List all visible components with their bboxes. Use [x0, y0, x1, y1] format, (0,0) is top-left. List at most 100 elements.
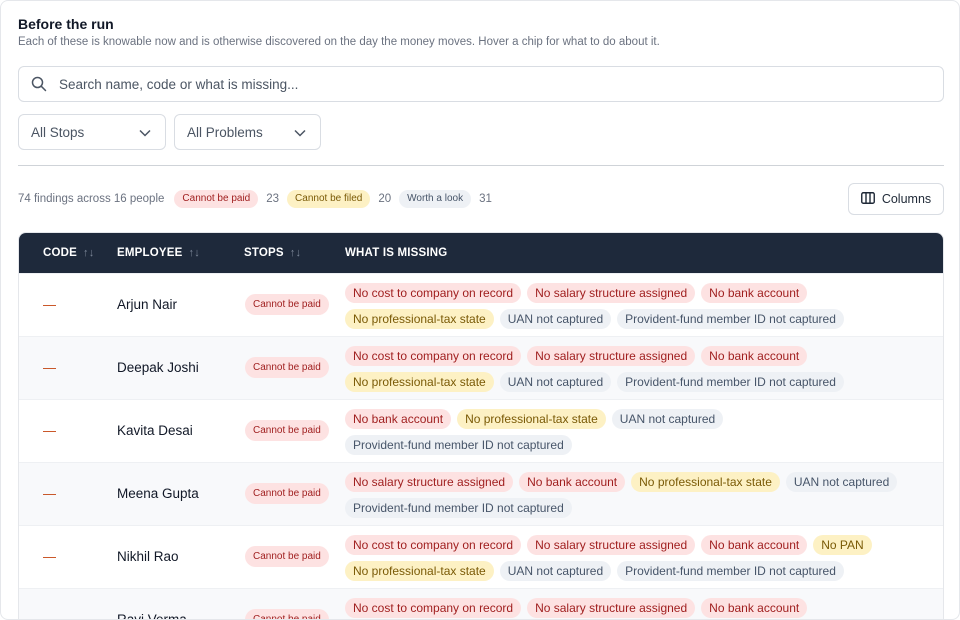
badge-worth-a-look: Worth a look — [399, 190, 472, 208]
missing-items: No cost to company on record No salary st… — [345, 532, 905, 584]
missing-items: No cost to company on record No salary st… — [345, 280, 905, 332]
table-row[interactable]: — Arjun Nair Cannot be paid No cost to comp… — [19, 273, 943, 336]
missing-chip[interactable]: No bank account — [701, 346, 808, 366]
employee-name: Kavita Desai — [117, 423, 193, 438]
stops-cell: Cannot be paid — [245, 274, 329, 335]
missing-items: No salary structure assigned No bank acco… — [345, 469, 905, 521]
employee-code: — — [43, 549, 56, 564]
missing-chip[interactable]: No professional-tax state — [345, 372, 494, 392]
employee-name: Deepak Joshi — [117, 360, 199, 375]
search-input[interactable] — [59, 76, 919, 92]
findings-count: 74 findings across 16 people — [18, 193, 165, 205]
missing-chip[interactable]: No cost to company on record — [345, 283, 522, 303]
employee-name: Ravi Verma — [117, 612, 187, 620]
employee-name: Meena Gupta — [117, 486, 199, 501]
chip-line: Provident-fund member ID not captured — [345, 432, 905, 458]
columns-label: Columns — [881, 192, 932, 206]
missing-chip[interactable]: UAN not captured — [785, 472, 898, 492]
employee-code: — — [43, 486, 56, 501]
employee-name: Arjun Nair — [117, 297, 178, 312]
problems-filter[interactable]: All Problems — [174, 114, 321, 150]
table-row[interactable]: — Kavita Desai Cannot be paid No bank accou… — [19, 399, 943, 462]
chip-line: No professional-tax state UAN not capture… — [345, 369, 905, 395]
employee-code: — — [43, 360, 56, 375]
findings-panel: Before the run Each of these is knowable… — [0, 0, 960, 620]
missing-chip[interactable]: No salary structure assigned — [527, 346, 696, 366]
badge-cannot-be-filed: Cannot be filed — [287, 190, 371, 208]
problems-filter-label: All Problems — [187, 124, 263, 140]
stops-cell: Cannot be paid — [245, 526, 329, 587]
column-header-label: STOPS — [244, 247, 284, 259]
missing-chip[interactable]: No salary structure assigned — [527, 598, 696, 618]
column-header-employee[interactable]: EMPLOYEE ↑↓ — [117, 247, 200, 259]
employee-code: — — [43, 423, 56, 438]
missing-chip[interactable]: UAN not captured — [499, 309, 612, 329]
stop-badge: Cannot be paid — [245, 294, 329, 315]
missing-chip[interactable]: No bank account — [701, 283, 808, 303]
column-header-label: WHAT IS MISSING — [345, 247, 448, 259]
divider — [18, 165, 944, 166]
missing-chip[interactable]: Provident-fund member ID not captured — [345, 498, 572, 518]
missing-chip[interactable]: UAN not captured — [611, 409, 724, 429]
chip-line: No cost to company on record No salary st… — [345, 595, 905, 619]
stop-badge: Cannot be paid — [245, 483, 329, 504]
missing-chip[interactable]: No salary structure assigned — [527, 535, 696, 555]
missing-chip[interactable]: Provident-fund member ID not captured — [617, 561, 844, 581]
table-row[interactable]: — Deepak Joshi Cannot be paid No cost to co… — [19, 336, 943, 399]
column-header-code[interactable]: CODE ↑↓ — [43, 247, 94, 259]
count-cannot-be-filed: 20 — [378, 193, 392, 205]
search-icon — [19, 76, 59, 92]
stop-badge: Cannot be paid — [245, 357, 329, 378]
missing-chip[interactable]: Provident-fund member ID not captured — [617, 372, 844, 392]
columns-button[interactable]: Columns — [848, 183, 944, 215]
table-row[interactable]: — Nikhil Rao Cannot be paid No cost to comp… — [19, 525, 943, 588]
missing-chip[interactable]: UAN not captured — [499, 372, 612, 392]
missing-chip[interactable]: No professional-tax state — [345, 561, 494, 581]
employee-code: — — [43, 612, 56, 620]
missing-chip[interactable]: No salary structure assigned — [345, 472, 514, 492]
missing-chip[interactable]: No bank account — [519, 472, 626, 492]
columns-icon — [860, 191, 875, 207]
missing-chip[interactable]: No professional-tax state — [345, 309, 494, 329]
stops-filter[interactable]: All Stops — [18, 114, 166, 150]
missing-chip[interactable]: No cost to company on record — [345, 346, 522, 366]
chip-line: No professional-tax state UAN not capture… — [345, 558, 905, 584]
stops-filter-label: All Stops — [31, 124, 85, 140]
column-header-label: EMPLOYEE — [117, 247, 183, 259]
chip-line: No cost to company on record No salary st… — [345, 343, 905, 369]
column-header-stops[interactable]: STOPS ↑↓ — [244, 247, 301, 259]
stops-cell: Cannot be paid — [245, 337, 329, 398]
missing-items: No bank account No professional-tax state… — [345, 406, 905, 458]
count-worth-a-look: 31 — [479, 193, 492, 205]
missing-chip[interactable]: No bank account — [701, 535, 808, 555]
chevron-down-icon — [294, 125, 306, 140]
missing-chip[interactable]: No bank account — [345, 409, 452, 429]
findings-table: CODE ↑↓ EMPLOYEE ↑↓ STOPS ↑↓ WHAT IS MIS… — [18, 232, 944, 620]
missing-chip[interactable]: No cost to company on record — [345, 535, 522, 555]
missing-chip[interactable]: No salary structure assigned — [527, 283, 696, 303]
table-row[interactable]: — Meena Gupta Cannot be paid No salary stru… — [19, 462, 943, 525]
missing-chip[interactable]: No professional-tax state — [457, 409, 606, 429]
missing-chip[interactable]: No bank account — [701, 598, 808, 618]
page-title: Before the run — [18, 16, 114, 32]
missing-chip[interactable]: Provident-fund member ID not captured — [345, 435, 572, 455]
missing-chip[interactable]: No cost to company on record — [345, 598, 522, 618]
employee-name: Nikhil Rao — [117, 549, 179, 564]
chip-line: Provident-fund member ID not captured — [345, 495, 905, 521]
chevron-down-icon — [139, 125, 151, 140]
missing-chip[interactable]: No PAN — [813, 535, 872, 555]
missing-chip[interactable]: No professional-tax state — [631, 472, 780, 492]
stops-cell: Cannot be paid — [245, 463, 329, 524]
search-box[interactable] — [18, 66, 944, 102]
sort-icon: ↑↓ — [83, 247, 95, 259]
count-cannot-be-paid: 23 — [266, 193, 280, 205]
stop-badge: Cannot be paid — [245, 420, 329, 441]
stop-badge: Cannot be paid — [245, 609, 329, 619]
page-subtitle: Each of these is knowable now and is oth… — [18, 36, 660, 48]
findings-summary: 74 findings across 16 people Cannot be p… — [18, 189, 500, 209]
table-row[interactable]: — Ravi Verma Cannot be paid No cost to comp… — [19, 588, 943, 620]
column-header-what-is-missing: WHAT IS MISSING — [345, 247, 447, 259]
sort-icon: ↑↓ — [188, 247, 200, 259]
missing-chip[interactable]: Provident-fund member ID not captured — [617, 309, 844, 329]
missing-chip[interactable]: UAN not captured — [499, 561, 612, 581]
